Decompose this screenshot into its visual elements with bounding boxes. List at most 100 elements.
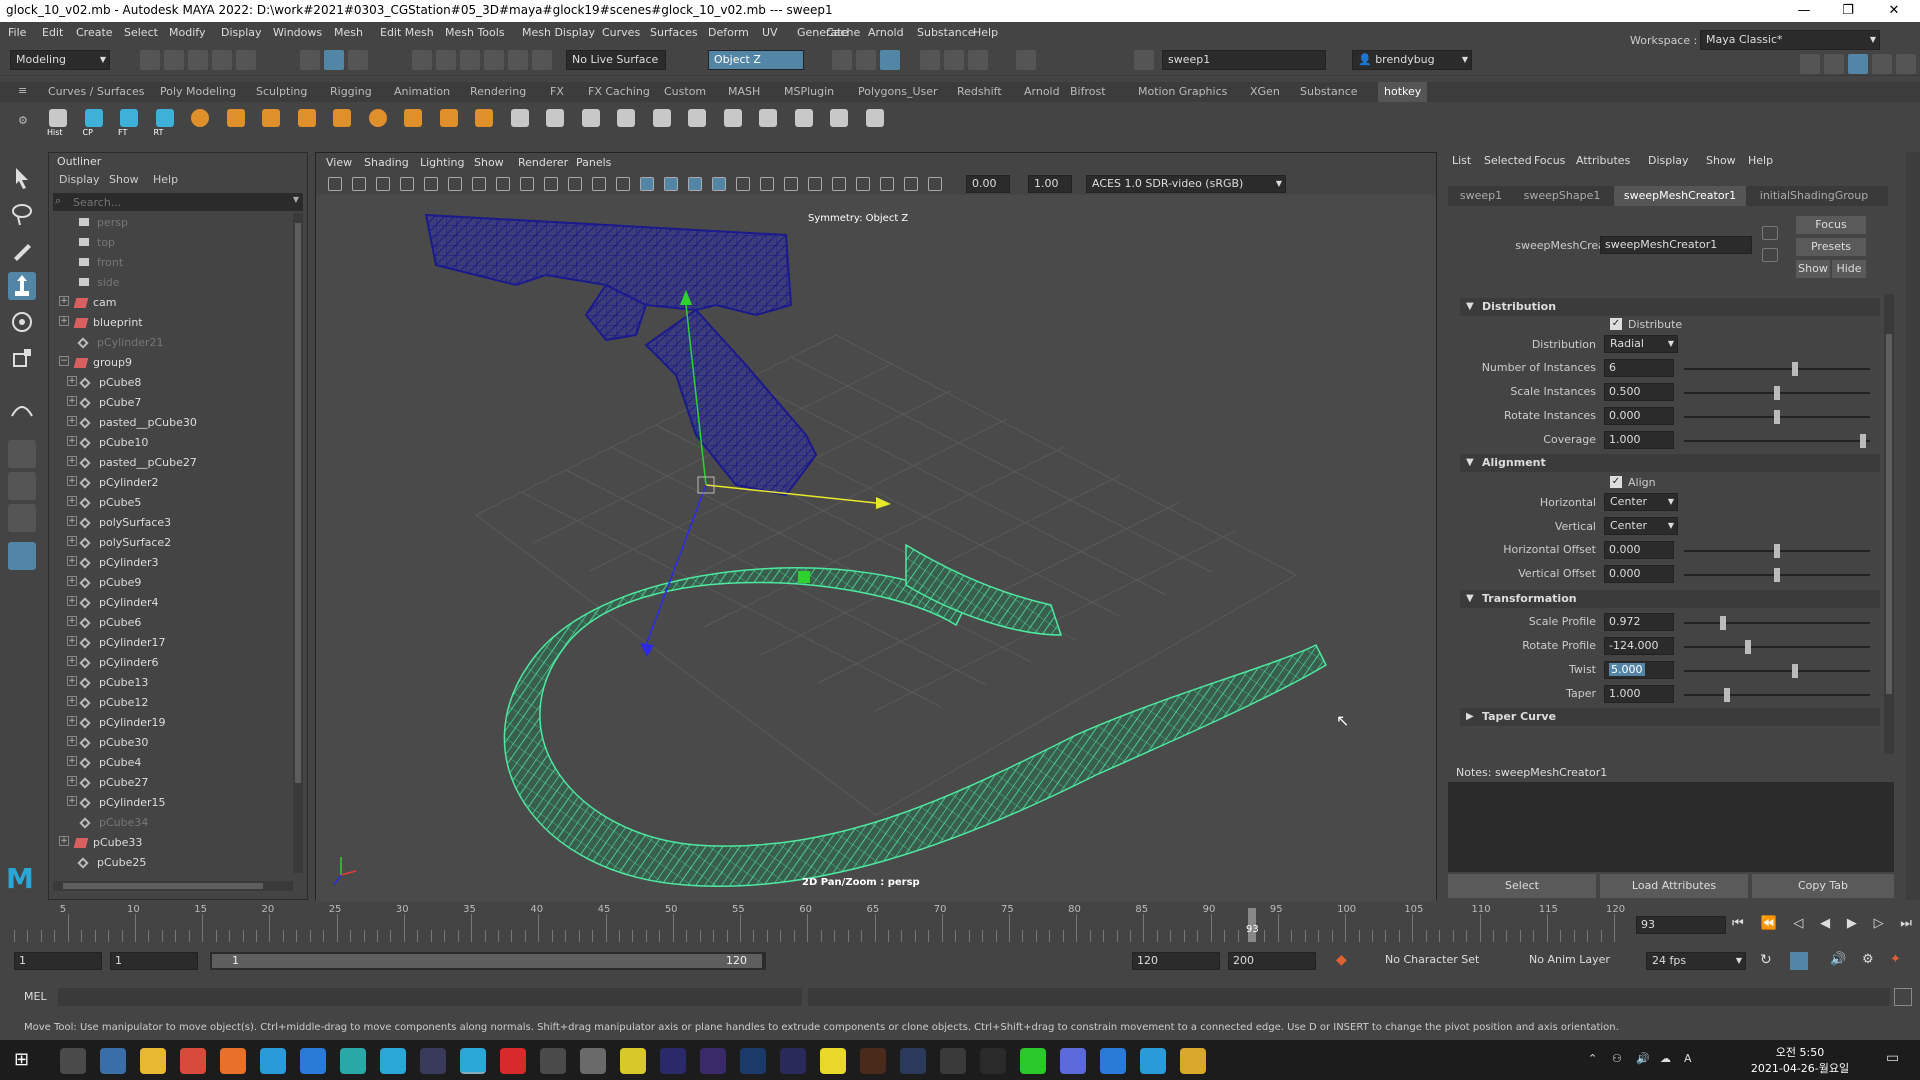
sticky-notes-icon[interactable] xyxy=(820,1048,846,1074)
undo-icon[interactable] xyxy=(212,50,232,70)
section-taper-curve[interactable]: ▶ Taper Curve xyxy=(1460,708,1880,726)
default-material-icon[interactable] xyxy=(688,177,702,191)
image-plane-icon[interactable] xyxy=(400,177,414,191)
sound-icon[interactable]: 🔊 xyxy=(1830,952,1846,967)
anim-prefs-icon[interactable]: ⚙ xyxy=(1862,952,1874,967)
outliner-item[interactable]: + pCube27 xyxy=(49,773,289,793)
expand-icon[interactable]: + xyxy=(67,656,77,666)
expand-icon[interactable]: + xyxy=(67,716,77,726)
persp-outliner-icon[interactable] xyxy=(8,504,36,532)
after-effects-icon[interactable] xyxy=(700,1048,726,1074)
instances-field[interactable]: 6 xyxy=(1604,359,1674,377)
menu-cache[interactable]: Cache xyxy=(826,26,860,39)
symmetry-dropdown[interactable]: Object Z xyxy=(708,50,804,70)
toggle-channel-box-icon[interactable] xyxy=(1848,54,1868,74)
coverage-slider[interactable] xyxy=(1684,440,1870,442)
show-button[interactable]: Show xyxy=(1796,260,1830,278)
photoshop-bridge-icon[interactable] xyxy=(620,1048,646,1074)
outliner-item[interactable]: front xyxy=(49,253,289,273)
scale-profile-slider-handle[interactable] xyxy=(1720,616,1726,630)
shelf-tab-poly-modeling[interactable]: Poly Modeling xyxy=(160,85,236,98)
expand-icon[interactable]: + xyxy=(67,736,77,746)
tray-onedrive-icon[interactable]: ☁ xyxy=(1660,1052,1671,1065)
calculator-icon[interactable] xyxy=(100,1048,126,1074)
outliner-scrollbar[interactable] xyxy=(293,213,303,873)
menu-select[interactable]: Select xyxy=(124,26,158,39)
save-scene-icon[interactable] xyxy=(188,50,208,70)
multi-cut-icon[interactable] xyxy=(612,106,640,134)
expand-icon[interactable]: + xyxy=(67,516,77,526)
camera-select-icon[interactable] xyxy=(328,177,342,191)
outliner-item[interactable]: pCube34 xyxy=(49,813,289,833)
expand-icon[interactable]: + xyxy=(67,456,77,466)
toggle-tool-settings-icon[interactable] xyxy=(1872,54,1892,74)
outliner-item[interactable]: + pCube30 xyxy=(49,733,289,753)
outliner-h-scrollbar[interactable] xyxy=(53,881,293,891)
steam-icon[interactable] xyxy=(900,1048,926,1074)
snap-vertex-icon[interactable] xyxy=(532,50,552,70)
v-offset-field[interactable]: 0.000 xyxy=(1604,565,1674,583)
viewport-menu-show[interactable]: Show xyxy=(474,156,504,169)
expand-icon[interactable]: + xyxy=(59,316,69,326)
load-attributes-button[interactable]: Load Attributes xyxy=(1600,874,1748,898)
presets-node-icon[interactable] xyxy=(1762,248,1778,262)
twist-field[interactable]: 5.000 xyxy=(1604,661,1674,679)
menu-mesh-display[interactable]: Mesh Display xyxy=(522,26,595,39)
pause-icon[interactable] xyxy=(1016,50,1036,70)
distribute-checkbox[interactable]: ✓ xyxy=(1610,318,1622,330)
outliner-item[interactable]: + pCylinder6 xyxy=(49,653,289,673)
select-by-name-field[interactable]: sweep1 xyxy=(1162,50,1326,70)
poly-cube-icon[interactable] xyxy=(222,106,250,134)
menu-modify[interactable]: Modify xyxy=(169,26,205,39)
shelf-tab-mash[interactable]: MASH xyxy=(728,85,760,98)
shelf-tab-substance[interactable]: Substance xyxy=(1300,85,1358,98)
expand-icon[interactable]: + xyxy=(67,776,77,786)
premiere-icon[interactable] xyxy=(660,1048,686,1074)
outliner-item[interactable]: + pCube12 xyxy=(49,693,289,713)
rotate-inst-slider-handle[interactable] xyxy=(1774,410,1780,424)
gate-mask-icon[interactable] xyxy=(544,177,558,191)
toggle-outliner-icon[interactable] xyxy=(1896,54,1916,74)
colorspace-dropdown[interactable]: ACES 1.0 SDR-video (sRGB) ▼ xyxy=(1086,175,1286,193)
zoom-icon[interactable] xyxy=(1100,1048,1126,1074)
node-name-field[interactable]: sweepMeshCreator1 xyxy=(1600,236,1752,254)
play-back-icon[interactable]: ◀ xyxy=(1820,916,1830,931)
merge-vertices-icon[interactable] xyxy=(506,106,534,134)
snap-view-icon[interactable] xyxy=(484,50,504,70)
attr-menu-attributes[interactable]: Attributes xyxy=(1576,154,1630,167)
safe-title-icon[interactable] xyxy=(616,177,630,191)
outliner-item[interactable]: − group9 xyxy=(49,353,289,373)
motion-blur-icon[interactable] xyxy=(880,177,894,191)
attr-tab-sweepmeshcreator1[interactable]: sweepMeshCreator1 xyxy=(1614,186,1746,206)
playback-start-field[interactable]: 1 xyxy=(110,952,198,970)
copy-tab-button[interactable]: Copy Tab xyxy=(1752,874,1894,898)
outliner-search-box[interactable]: ⌕ ▼ xyxy=(53,193,303,211)
target-weld-icon[interactable] xyxy=(719,106,747,134)
attr-menu-help[interactable]: Help xyxy=(1748,154,1773,167)
menu-help[interactable]: Help xyxy=(973,26,998,39)
snap-grid-icon[interactable] xyxy=(412,50,432,70)
expand-icon[interactable]: + xyxy=(67,596,77,606)
outliner-item[interactable]: + pCube13 xyxy=(49,673,289,693)
focus-button[interactable]: Focus xyxy=(1796,216,1866,234)
shelf-tab-polygons-user[interactable]: Polygons_User xyxy=(858,85,938,98)
blender-icon[interactable] xyxy=(540,1048,566,1074)
substance-icon[interactable] xyxy=(500,1048,526,1074)
outliner-item[interactable]: + pCube4 xyxy=(49,753,289,773)
expand-icon[interactable]: + xyxy=(67,416,77,426)
snap-surface-icon[interactable] xyxy=(508,50,528,70)
line-icon[interactable] xyxy=(1020,1048,1046,1074)
menu-file[interactable]: File xyxy=(8,26,26,39)
wireframe-on-shaded-icon[interactable] xyxy=(712,177,726,191)
shelf-settings-icon[interactable]: ⚙ xyxy=(18,114,28,127)
scale-profile-slider[interactable] xyxy=(1684,622,1870,624)
twist-slider[interactable] xyxy=(1684,670,1870,672)
h-offset-slider-handle[interactable] xyxy=(1774,544,1780,558)
outliner-item[interactable]: pCube25 xyxy=(49,853,289,873)
expand-icon[interactable]: + xyxy=(67,676,77,686)
clock-date[interactable]: 2021-04-26-월요일 xyxy=(1740,1060,1860,1076)
poly-disc-icon[interactable] xyxy=(399,106,427,134)
outliner-item[interactable]: + polySurface2 xyxy=(49,533,289,553)
range-slider[interactable]: 1 120 xyxy=(210,952,766,970)
outliner-item[interactable]: + pCube33 xyxy=(49,833,289,853)
